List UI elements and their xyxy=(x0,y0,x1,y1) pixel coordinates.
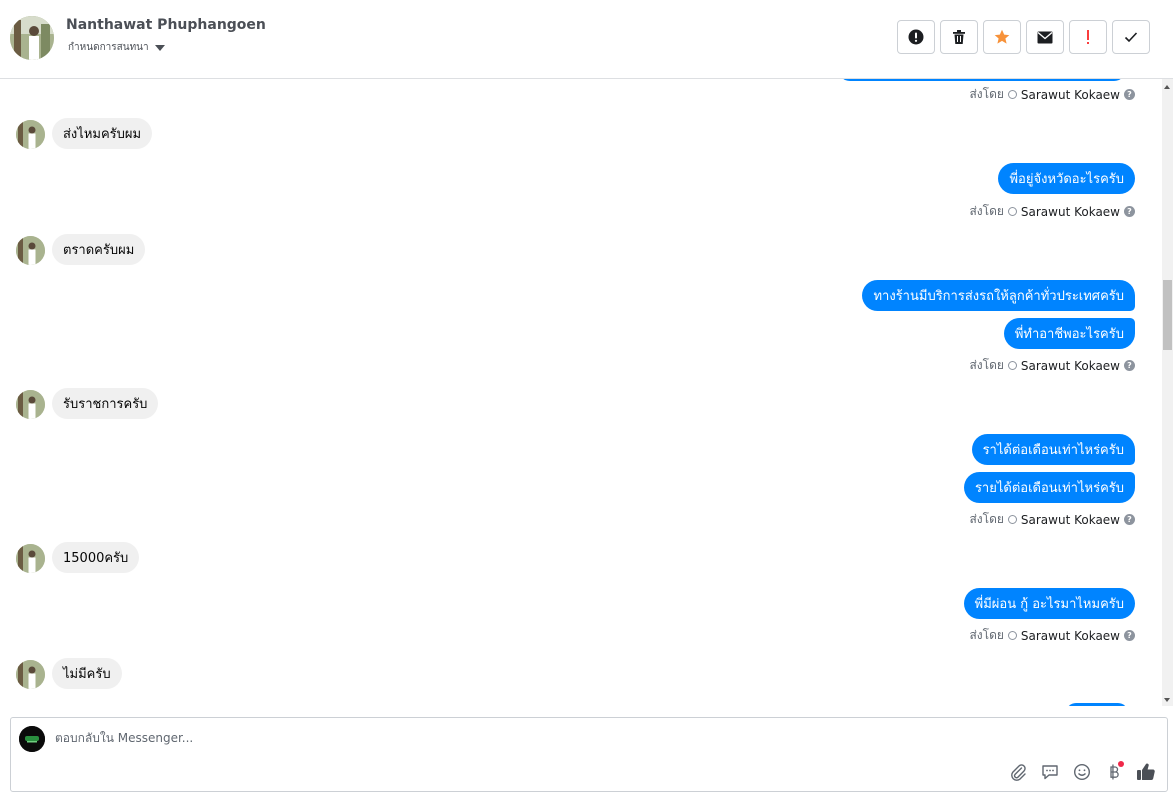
check-icon xyxy=(1124,32,1138,43)
agent-status-icon xyxy=(1007,361,1017,370)
info-button[interactable] xyxy=(897,20,935,54)
attach-button[interactable] xyxy=(1007,761,1029,783)
contact-avatar-small[interactable] xyxy=(16,236,45,265)
thread-scrollbar[interactable] xyxy=(1162,79,1173,706)
reply-input[interactable] xyxy=(55,731,955,745)
delete-button[interactable] xyxy=(940,20,978,54)
contact-avatar-small[interactable] xyxy=(16,544,45,573)
sent-by-row: ส่งโดย Sarawut Kokaew ? xyxy=(969,510,1135,529)
emoji-button[interactable] xyxy=(1071,761,1093,783)
agent-status-icon xyxy=(1007,207,1017,216)
sent-by-row: ส่งโดย Sarawut Kokaew ? xyxy=(969,356,1135,375)
contact-avatar-small[interactable] xyxy=(16,120,45,149)
message-bubble-outgoing[interactable]: ราได้ต่อเดือนเท่าไหร่ครับ xyxy=(971,434,1135,465)
trash-icon xyxy=(953,30,965,44)
like-button[interactable] xyxy=(1135,761,1157,783)
scroll-down-arrow-icon[interactable] xyxy=(1164,698,1170,702)
paperclip-icon xyxy=(1011,764,1026,781)
agent-status-icon xyxy=(1007,515,1017,524)
message-bubble-outgoing-partial xyxy=(838,79,1126,81)
contact-avatar[interactable] xyxy=(10,16,54,60)
star-button[interactable] xyxy=(983,20,1021,54)
message-bubble-outgoing[interactable]: พี่อยู่จังหวัดอะไรครับ xyxy=(998,163,1135,194)
message-bubble-incoming[interactable]: 15000ครับ xyxy=(52,542,140,573)
message-bubble-incoming[interactable]: ตราดครับผม xyxy=(52,234,146,265)
message-bubble-incoming[interactable]: ไม่มีครับ xyxy=(52,658,122,689)
stage-label: กำหนดการสนทนา xyxy=(68,42,149,53)
message-bubble-incoming[interactable]: รับราชการครับ xyxy=(52,388,159,419)
scroll-up-arrow-icon[interactable] xyxy=(1164,85,1170,89)
help-icon[interactable]: ? xyxy=(1124,89,1135,100)
agent-status-icon xyxy=(1007,90,1017,99)
mark-unread-button[interactable] xyxy=(1026,20,1064,54)
message-bubble-outgoing[interactable]: พี่มีผ่อน กู้ อะไรมาไหมครับ xyxy=(963,588,1135,619)
exclamation-circle-icon xyxy=(908,29,924,45)
message-bubble-outgoing[interactable]: รายได้ต่อเดือนเท่าไหร่ครับ xyxy=(963,472,1135,503)
thumbs-up-icon xyxy=(1137,763,1155,781)
caret-down-icon xyxy=(154,44,165,51)
mark-done-button[interactable] xyxy=(1112,20,1150,54)
notification-dot xyxy=(1118,761,1124,767)
sent-by-row: ส่งโดย Sarawut Kokaew ? xyxy=(969,202,1135,221)
emoji-icon xyxy=(1073,763,1091,781)
conversation-toolbar xyxy=(897,20,1150,54)
saved-reply-button[interactable] xyxy=(1039,761,1061,783)
message-bubble-outgoing-partial xyxy=(1066,703,1128,706)
scrollbar-thumb[interactable] xyxy=(1163,280,1172,350)
help-icon[interactable]: ? xyxy=(1124,630,1135,641)
help-icon[interactable]: ? xyxy=(1124,514,1135,525)
help-icon[interactable]: ? xyxy=(1124,360,1135,371)
sent-by-row: ส่งโดย Sarawut Kokaew ? xyxy=(969,626,1135,645)
agent-status-icon xyxy=(1007,631,1017,640)
sent-by-row: ส่งโดย Sarawut Kokaew ? xyxy=(969,85,1135,104)
composer-actions xyxy=(1007,761,1157,783)
conversation-header: Nanthawat Phuphangoen กำหนดการสนทนา xyxy=(0,0,1173,79)
spam-button[interactable] xyxy=(1069,20,1107,54)
message-bubble-incoming[interactable]: ส่งไหมครับผม xyxy=(52,118,153,149)
reply-composer xyxy=(10,717,1168,792)
conversation-stage-dropdown[interactable]: กำหนดการสนทนา xyxy=(68,40,165,55)
message-bubble-outgoing[interactable]: พี่ทำอาชีพอะไรครับ xyxy=(1003,318,1135,349)
saved-reply-icon xyxy=(1042,765,1058,780)
message-thread[interactable]: ส่งโดย Sarawut Kokaew ? ส่งไหมครับผม พี่… xyxy=(0,79,1162,706)
payment-button[interactable] xyxy=(1103,761,1125,783)
message-bubble-outgoing[interactable]: ทางร้านมีบริการส่งรถให้ลูกค้าทั่วประเทศค… xyxy=(862,280,1135,311)
contact-name[interactable]: Nanthawat Phuphangoen xyxy=(66,17,266,33)
help-icon[interactable]: ? xyxy=(1124,206,1135,217)
contact-avatar-small[interactable] xyxy=(16,660,45,689)
contact-avatar-small[interactable] xyxy=(16,390,45,419)
envelope-icon xyxy=(1037,31,1053,43)
exclamation-icon xyxy=(1087,30,1089,44)
page-avatar xyxy=(19,726,45,752)
star-icon xyxy=(994,29,1010,44)
